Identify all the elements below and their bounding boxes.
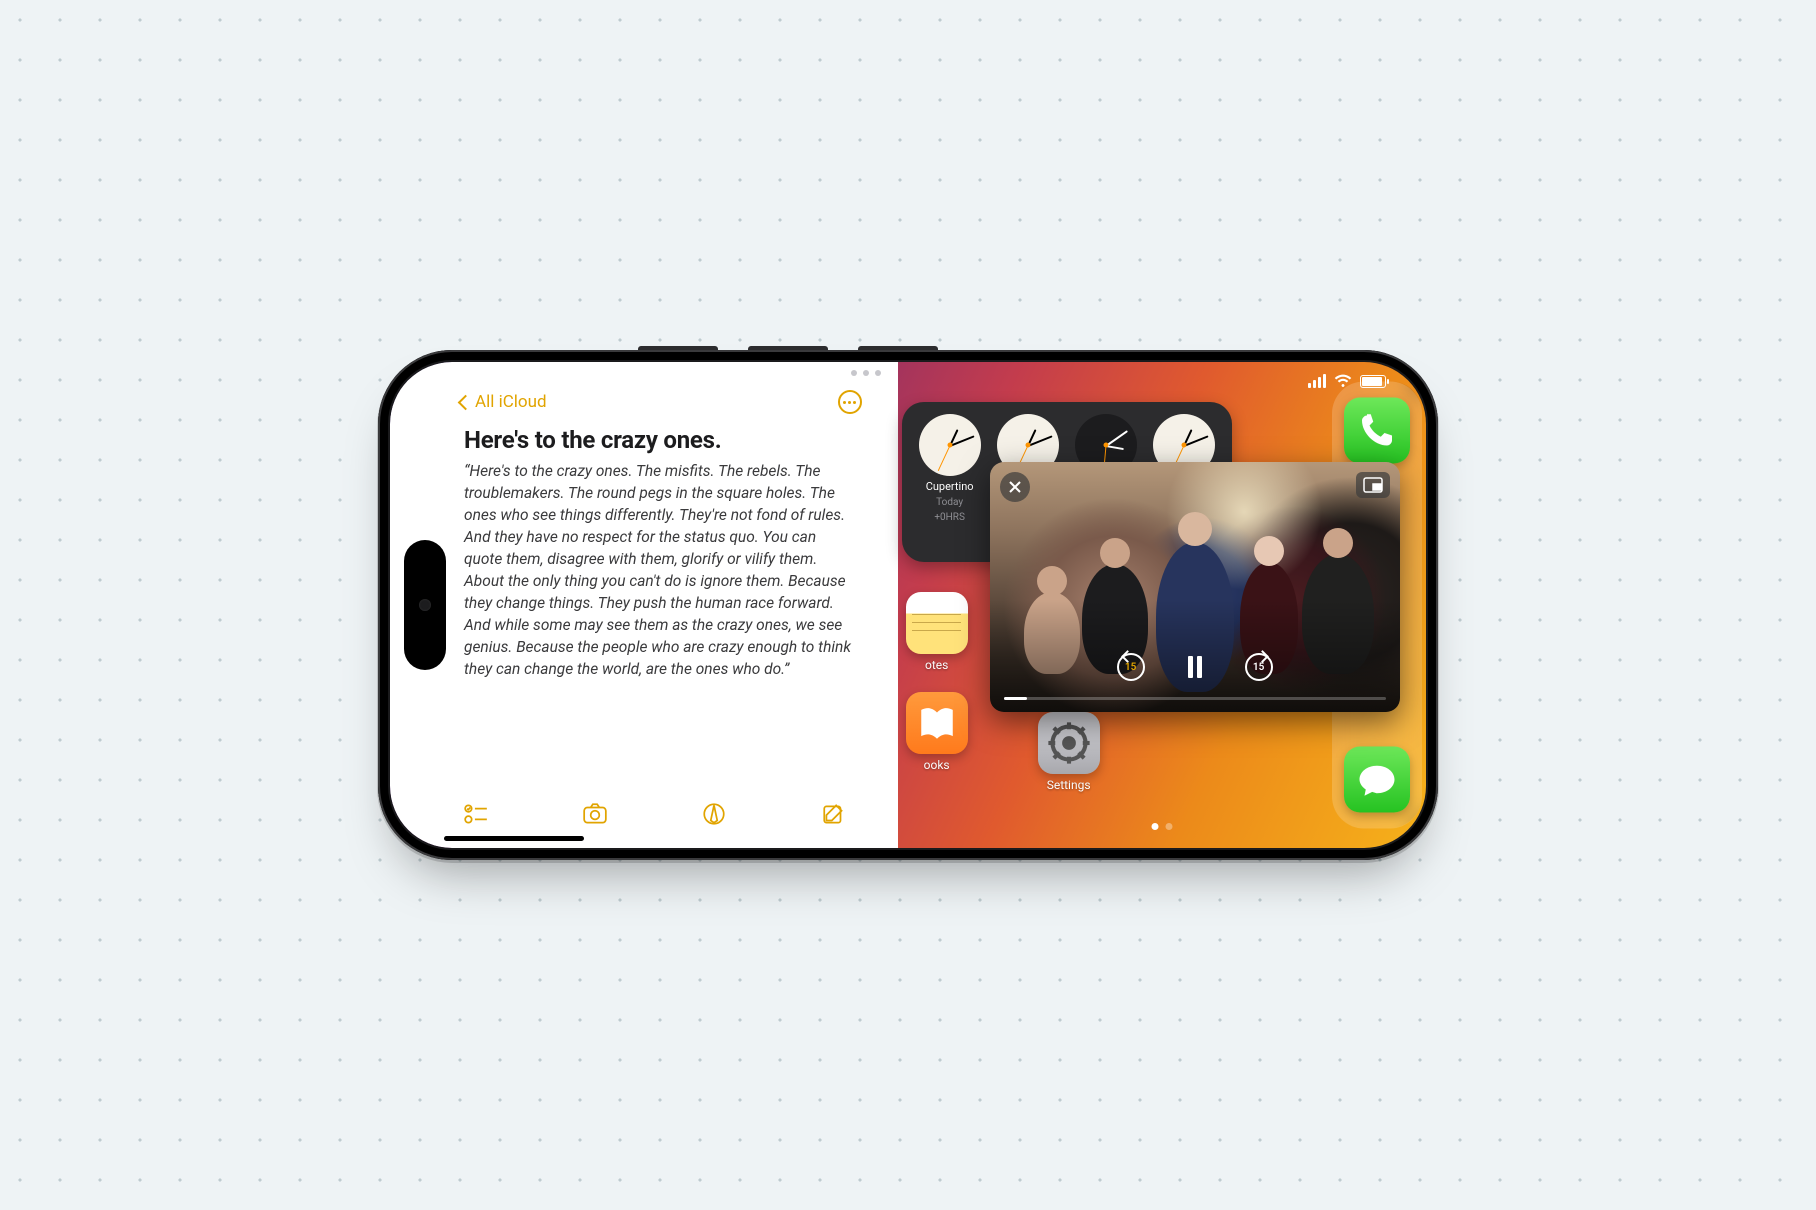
app-label: Settings <box>1047 778 1091 792</box>
compose-icon <box>821 801 847 827</box>
city-label: Cupertino <box>926 480 974 493</box>
multitasking-grabber[interactable] <box>851 370 881 376</box>
close-icon <box>1008 480 1022 494</box>
notes-toolbar <box>460 788 862 830</box>
wifi-icon <box>1334 372 1352 390</box>
battery-icon <box>1360 375 1386 388</box>
app-label: ooks <box>924 758 950 772</box>
notes-app-panel: All iCloud Here's to the crazy ones. “He… <box>390 362 898 848</box>
pip-expand-button[interactable] <box>1356 472 1390 498</box>
home-app-settings[interactable]: Settings <box>1038 712 1100 792</box>
home-screen: Cupertino Today +0HRS <box>898 362 1426 848</box>
pip-video-player[interactable]: 15 15 <box>990 462 1400 712</box>
page-indicator[interactable] <box>1151 823 1172 830</box>
app-books[interactable]: ooks <box>906 692 968 772</box>
iphone-frame: All iCloud Here's to the crazy ones. “He… <box>378 350 1438 860</box>
note-body[interactable]: Here's to the crazy ones. “Here's to the… <box>460 426 862 788</box>
dynamic-island <box>404 540 446 670</box>
screen: All iCloud Here's to the crazy ones. “He… <box>390 362 1426 848</box>
camera-icon <box>582 801 608 827</box>
pause-icon <box>1188 656 1202 678</box>
back-label: All iCloud <box>475 392 547 412</box>
phone-icon <box>1357 410 1397 450</box>
messages-icon <box>1357 760 1397 800</box>
status-bar <box>1308 372 1386 390</box>
books-icon <box>906 692 968 754</box>
markup-button[interactable] <box>698 798 730 830</box>
clock-city: Cupertino Today +0HRS <box>914 414 986 550</box>
settings-icon <box>1038 712 1100 774</box>
cellular-signal-icon <box>1308 374 1326 388</box>
pip-expand-icon <box>1363 477 1383 493</box>
pip-controls: 15 15 <box>1114 650 1276 684</box>
skip-forward-icon: 15 <box>1245 653 1273 681</box>
dock-app-phone[interactable] <box>1344 397 1410 463</box>
city-offset: +0HRS <box>934 512 965 523</box>
more-button[interactable] <box>838 390 862 414</box>
camera-button[interactable] <box>579 798 611 830</box>
pip-close-button[interactable] <box>1000 472 1030 502</box>
back-button[interactable]: All iCloud <box>460 392 547 412</box>
checklist-icon <box>463 801 489 827</box>
clock-face-icon <box>919 414 981 476</box>
app-notes[interactable]: otes <box>906 592 968 672</box>
chevron-left-icon <box>458 394 474 410</box>
skip-back-icon: 15 <box>1117 653 1145 681</box>
notes-icon <box>906 592 968 654</box>
markup-icon <box>701 801 727 827</box>
compose-button[interactable] <box>818 798 850 830</box>
app-label: otes <box>925 658 948 672</box>
skip-back-button[interactable]: 15 <box>1114 650 1148 684</box>
city-day: Today <box>936 497 963 508</box>
skip-forward-button[interactable]: 15 <box>1242 650 1276 684</box>
home-indicator[interactable] <box>444 836 584 841</box>
home-app-column: otes ooks <box>906 592 968 772</box>
play-pause-button[interactable] <box>1178 650 1212 684</box>
dock-app-messages[interactable] <box>1344 747 1410 813</box>
pip-progress-bar[interactable] <box>1004 697 1386 700</box>
checklist-button[interactable] <box>460 798 492 830</box>
note-text: “Here's to the crazy ones. The misfits. … <box>464 460 858 680</box>
note-title: Here's to the crazy ones. <box>464 426 858 454</box>
